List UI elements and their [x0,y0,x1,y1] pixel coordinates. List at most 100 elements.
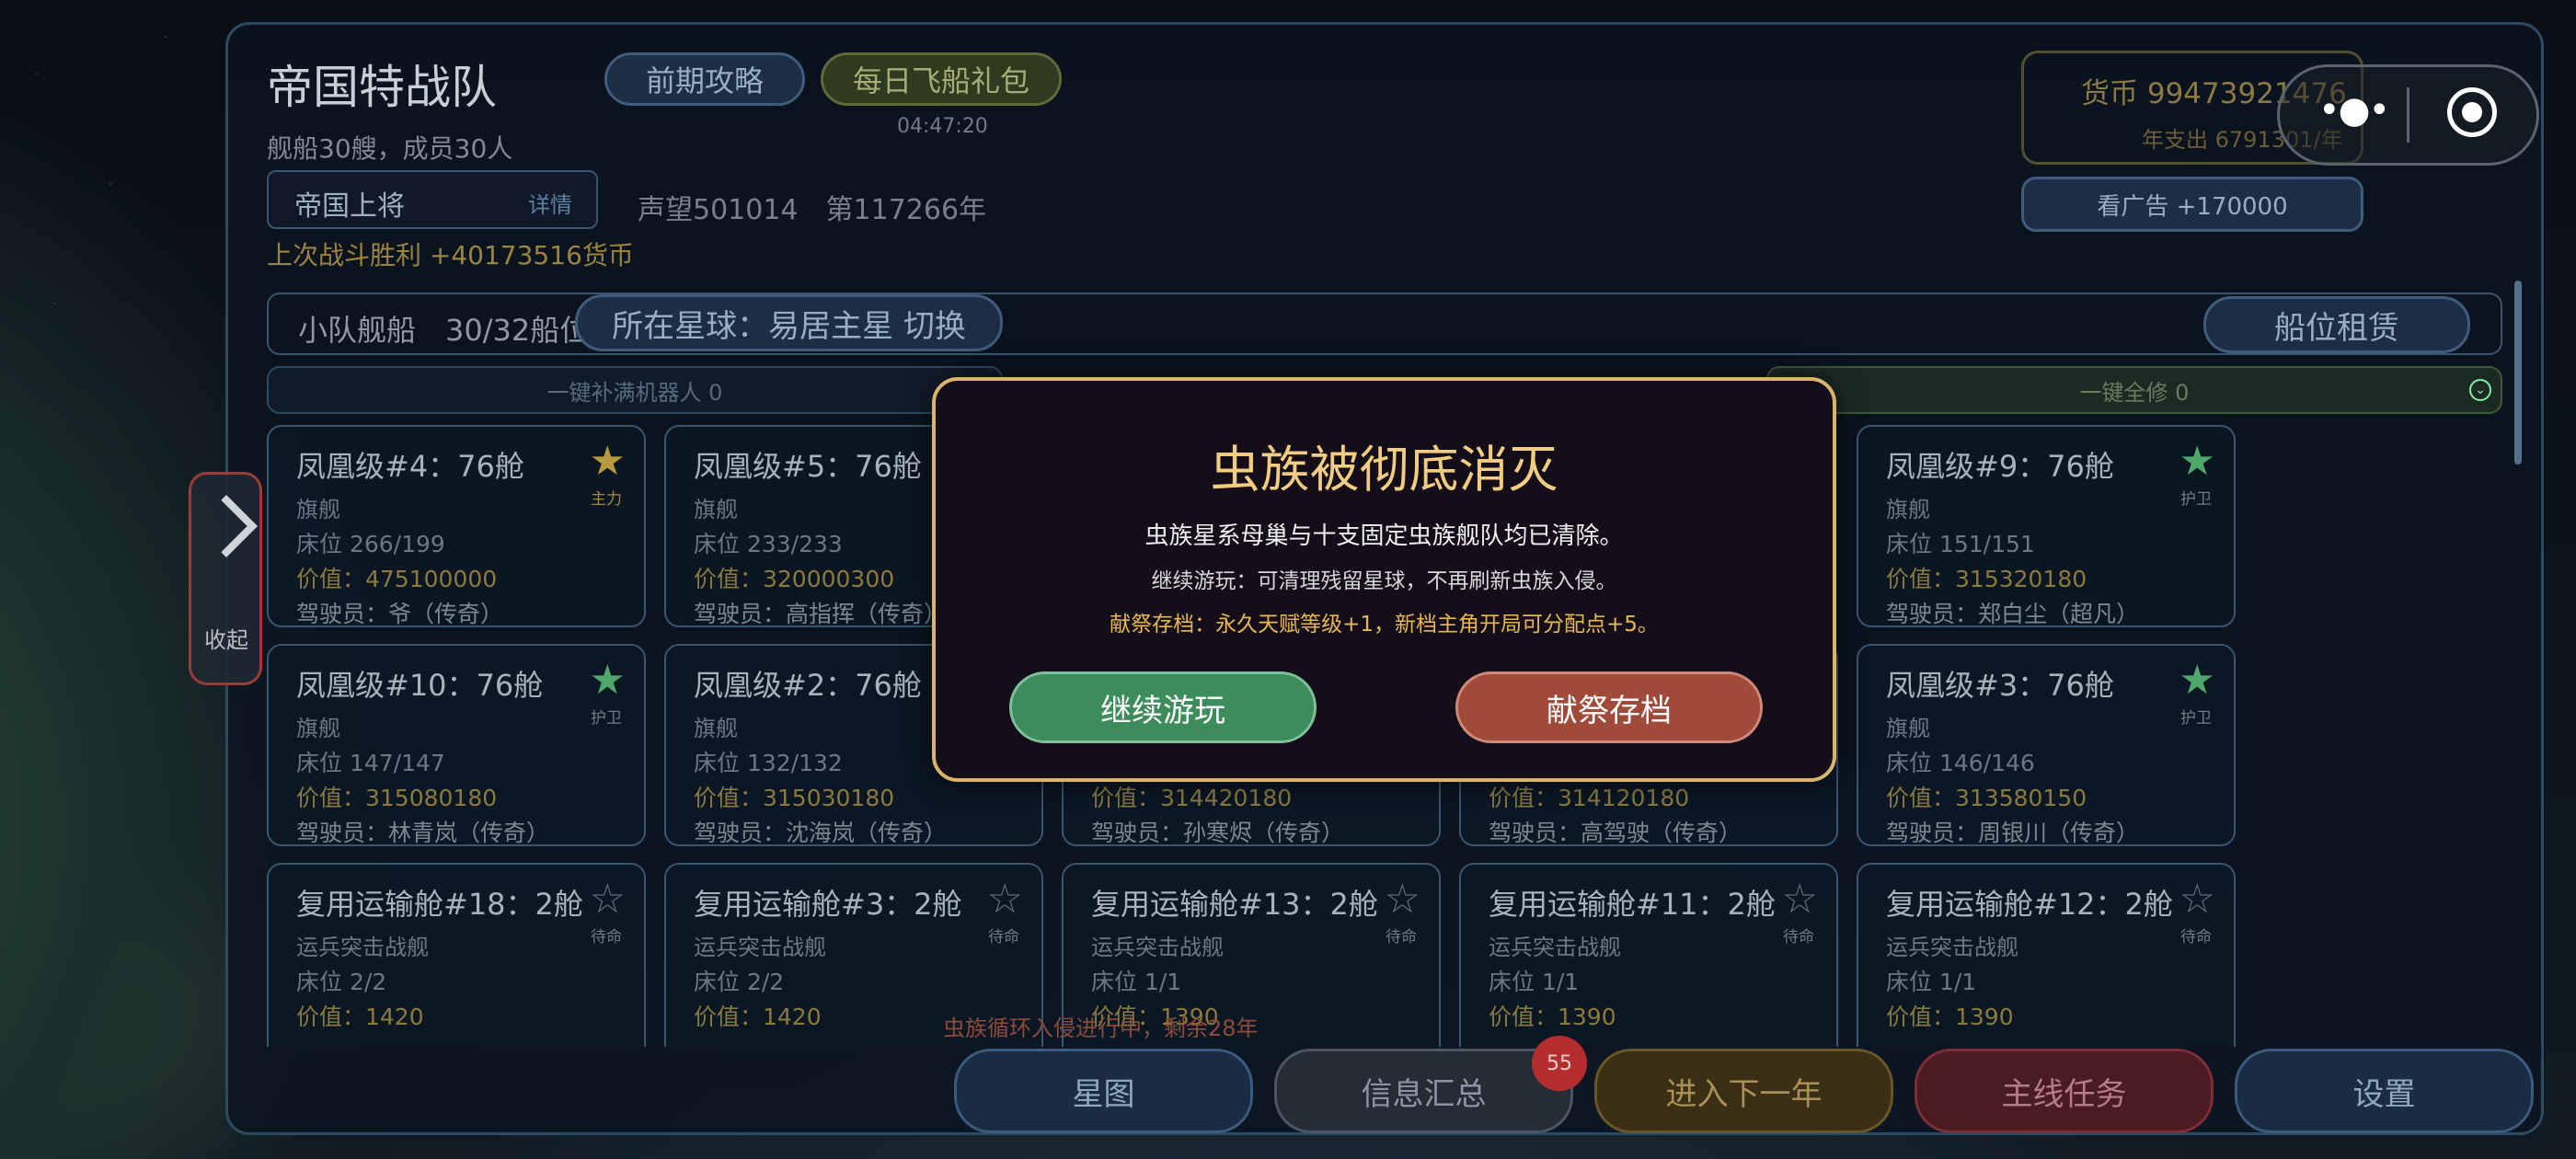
star-outline-icon[interactable]: ☆ [590,879,626,920]
close-target-icon[interactable] [2447,87,2497,137]
ship-role: 主力 [591,490,622,509]
chevron-down-icon[interactable]: ⌄ [2469,379,2491,401]
ship-name: 凤凰级#10：76舱 [296,668,544,703]
fleet-summary: 舰船30艘，成员30人 [267,133,513,164]
collapse-label: 收起 [204,627,248,653]
ship-name: 复用运输舱#12：2舱 [1886,887,2173,922]
repair-all-label: 一键全修 0 [2079,379,2190,406]
sacrifice-save-button[interactable]: 献祭存档 [1455,671,1763,743]
ship-name: 凤凰级#2：76舱 [694,668,922,703]
ship-name: 凤凰级#5：76舱 [694,449,922,484]
ship-name: 凤凰级#4：76舱 [296,449,524,484]
planet-switch-button[interactable]: 所在星球：易居主星 切换 [575,294,1003,351]
continue-play-button[interactable]: 继续游玩 [1009,671,1317,743]
gift-timer: 04:47:20 [897,115,988,138]
ship-card[interactable]: 凤凰级#3：76舱 ★ 护卫 旗舰 床位 146/146 价值：31358015… [1857,644,2236,846]
ship-type: 运兵突击战舰 [296,935,429,960]
ship-type: 运兵突击战舰 [1489,935,1621,960]
rank-detail-link[interactable]: 详情 [528,187,572,219]
ship-role: 待命 [1386,928,1417,947]
ship-beds: 床位 233/233 [694,531,843,557]
victory-dialog: 虫族被彻底消灭 虫族星系母巢与十支固定虫族舰队均已清除。 继续游玩：可清理残留星… [932,377,1836,782]
ship-card[interactable]: 复用运输舱#18：2舱 ☆ 待命 运兵突击战舰 床位 2/2 价值：1420 [267,863,646,1047]
ship-role: 护卫 [591,709,622,728]
ship-type: 运兵突击战舰 [694,935,826,960]
ship-beds: 床位 1/1 [1886,969,1977,995]
last-battle-result: 上次战斗胜利 +40173516货币 [267,240,634,270]
ship-beds: 床位 266/199 [296,531,445,557]
ship-type: 旗舰 [296,497,340,522]
info-summary-button[interactable]: 信息汇总 [1274,1049,1573,1133]
ship-role: 待命 [1783,928,1814,947]
scrollbar[interactable] [2514,281,2522,465]
rank-name: 帝国上将 [294,190,405,223]
ship-value: 价值：1390 [1886,1004,2014,1030]
ship-card[interactable]: 复用运输舱#11：2舱 ☆ 待命 运兵突击战舰 床位 1/1 价值：1390 [1459,863,1838,1047]
slot-rent-button[interactable]: 船位租赁 [2203,296,2470,353]
ship-pilot: 驾驶员：郑白尘（超凡） [1886,601,2140,627]
ship-type: 运兵突击战舰 [1886,935,2018,960]
chevron-right-icon [195,495,258,557]
daily-gift-button[interactable]: 每日飞船礼包 [821,52,1062,106]
notification-badge: 55 [1532,1036,1587,1091]
sacrifice-description: 献祭存档：永久天赋等级+1，新档主角开局可分配点+5。 [1110,613,1659,637]
star-icon[interactable]: ★ [2179,660,2215,701]
star-map-button[interactable]: 星图 [954,1049,1253,1133]
next-year-button[interactable]: 进入下一年 [1594,1049,1893,1133]
main-quest-button[interactable]: 主线任务 [1915,1049,2214,1133]
ship-role: 待命 [988,928,1019,947]
ship-value: 价值：320000300 [694,566,895,592]
more-icon[interactable]: •●• [2318,89,2390,132]
miniprogram-capsule: •●• [2277,64,2539,166]
ship-pilot: 驾驶员：沈海岚（传奇） [694,820,948,846]
star-outline-icon[interactable]: ☆ [1782,879,1818,920]
ship-beds: 床位 2/2 [694,969,785,995]
ship-type: 旗舰 [1886,716,1930,741]
dialog-message: 虫族星系母巢与十支固定虫族舰队均已清除。 [1144,522,1624,550]
ship-value: 价值：475100000 [296,566,498,592]
star-outline-icon[interactable]: ☆ [1385,879,1420,920]
ship-type: 旗舰 [296,716,340,741]
collapse-side-button[interactable]: 收起 [189,472,262,685]
star-icon[interactable]: ★ [590,442,626,482]
team-title: 帝国特战队 [267,61,497,114]
ship-value: 价值：315030180 [694,785,895,811]
ship-pilot: 驾驶员：周银川（传奇） [1886,820,2140,846]
star-icon[interactable]: ★ [2179,442,2215,482]
continue-description: 继续游玩：可清理残留星球，不再刷新虫族入侵。 [1151,569,1617,593]
ship-role: 护卫 [2180,490,2212,509]
ship-card[interactable]: 凤凰级#9：76舱 ★ 护卫 旗舰 床位 151/151 价值：31532018… [1857,425,2236,627]
ship-beds: 床位 132/132 [694,750,843,776]
rank-box[interactable]: 帝国上将 详情 [267,170,598,229]
star-outline-icon[interactable]: ☆ [987,879,1023,920]
ship-type: 运兵突击战舰 [1091,935,1224,960]
ship-card[interactable]: 凤凰级#4：76舱 ★ 主力 旗舰 床位 266/199 价值：47510000… [267,425,646,627]
settings-button[interactable]: 设置 [2235,1049,2534,1133]
watch-ad-button[interactable]: 看广告 +170000 [2021,177,2363,232]
star-outline-icon[interactable]: ☆ [2179,879,2215,920]
ship-card[interactable]: 凤凰级#10：76舱 ★ 护卫 旗舰 床位 147/147 价值：3150801… [267,644,646,846]
ship-pilot: 驾驶员：孙寒烬（传奇） [1091,820,1345,846]
ship-type: 旗舰 [694,497,738,522]
capsule-divider [2407,87,2409,143]
ship-beds: 床位 1/1 [1091,969,1182,995]
ship-value: 价值：313580150 [1886,785,2087,811]
ship-value: 价值：314120180 [1489,785,1690,811]
ship-name: 凤凰级#9：76舱 [1886,449,2114,484]
ship-name: 复用运输舱#18：2舱 [296,887,583,922]
ship-value: 价值：315080180 [296,785,498,811]
guide-button[interactable]: 前期攻略 [604,52,805,106]
ship-name: 复用运输舱#11：2舱 [1489,887,1776,922]
refill-robots-button[interactable]: 一键补满机器人 0 [267,366,1003,414]
ship-slots-label: 小队舰船 30/32船位 [298,313,590,348]
ship-pilot: 驾驶员：高指挥（传奇） [694,601,948,627]
ship-value: 价值：1420 [296,1004,424,1030]
star-icon[interactable]: ★ [590,660,626,701]
ship-value: 价值：1420 [694,1004,822,1030]
repair-all-button[interactable]: 一键全修 0 ⌄ [1766,366,2502,414]
ship-type: 旗舰 [694,716,738,741]
ship-name: 复用运输舱#3：2舱 [694,887,962,922]
ship-name: 复用运输舱#13：2舱 [1091,887,1378,922]
ship-type: 旗舰 [1886,497,1930,522]
ship-card[interactable]: 复用运输舱#12：2舱 ☆ 待命 运兵突击战舰 床位 1/1 价值：1390 [1857,863,2236,1047]
